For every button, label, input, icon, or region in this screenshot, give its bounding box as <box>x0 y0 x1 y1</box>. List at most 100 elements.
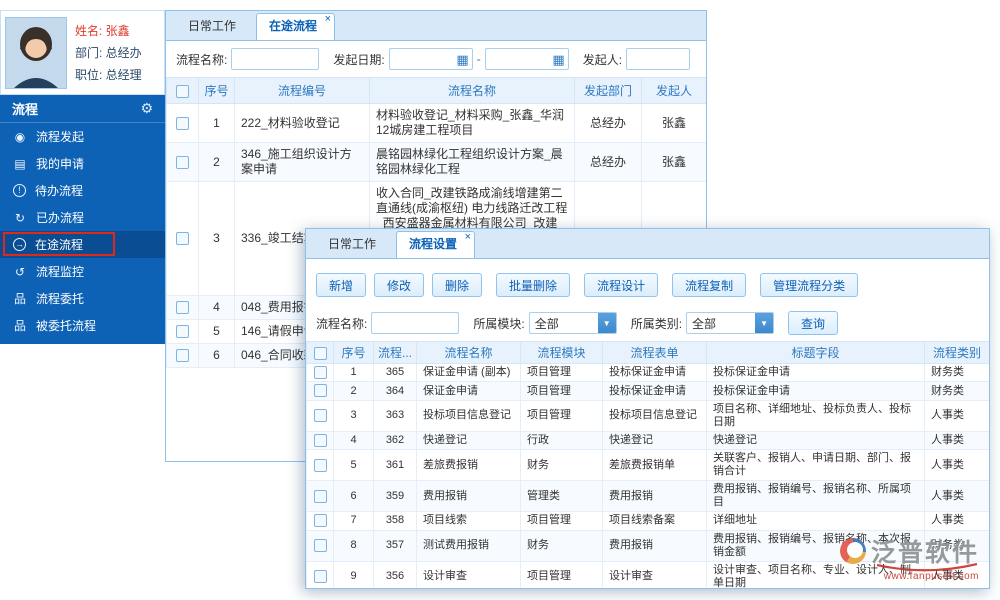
col-title-fields[interactable]: 标题字段 <box>706 341 925 364</box>
cell-form: 投标保证金申请 <box>602 381 707 401</box>
sidebar-item-done-flows[interactable]: ↻ 已办流程 <box>0 204 165 231</box>
cell-form: 投标保证金申请 <box>602 362 707 383</box>
row-checkbox[interactable] <box>313 489 327 503</box>
cell-code: 222_材料验收登记 <box>234 103 370 143</box>
win1-tabbar: 日常工作 在途流程 × <box>166 11 706 41</box>
search-button[interactable]: 查询 <box>788 311 839 335</box>
flow-design-button[interactable]: 流程设计 <box>584 273 659 297</box>
cell-fields: 项目名称、详细地址、投标负责人、投标日期 <box>706 399 925 432</box>
sidebar-item-delegated-flows[interactable]: 品被委托流程 <box>0 312 165 339</box>
cell-select <box>306 560 334 588</box>
tab-daily-work[interactable]: 日常工作 <box>176 14 253 40</box>
edit-button[interactable]: 修改 <box>374 273 425 297</box>
cell-select <box>306 480 334 513</box>
col-seq[interactable]: 序号 <box>198 77 235 104</box>
tab-daily-work[interactable]: 日常工作 <box>316 232 393 258</box>
col-dept[interactable]: 发起部门 <box>574 77 642 104</box>
row-checkbox[interactable] <box>313 433 327 447</box>
cell-fields: 投标保证金申请 <box>706 381 925 401</box>
sidebar-item-flow-monitor[interactable]: ↺ 流程监控 <box>0 258 165 285</box>
cell-form: 项目线索备案 <box>602 511 707 531</box>
cell-name: 费用报销 <box>416 480 521 513</box>
initiator-input[interactable] <box>626 48 691 70</box>
col-module[interactable]: 流程模块 <box>520 341 603 364</box>
row-checkbox[interactable] <box>313 366 327 379</box>
row-checkbox[interactable] <box>176 232 189 246</box>
cell-module: 项目管理 <box>520 362 603 383</box>
close-icon[interactable]: × <box>465 231 471 243</box>
flow-name-input[interactable] <box>371 312 460 334</box>
cell-code: 357 <box>373 529 417 562</box>
cell-code: 363 <box>373 399 417 432</box>
col-form[interactable]: 流程表单 <box>602 341 707 364</box>
row-checkbox[interactable] <box>313 458 327 472</box>
cell-category: 人事类 <box>924 560 989 588</box>
col-initiator[interactable]: 发起人 <box>641 77 706 104</box>
row-checkbox[interactable] <box>313 384 327 398</box>
col-seq[interactable]: 序号 <box>333 341 374 364</box>
win1-filterbar: 流程名称: 发起日期: ▦ - ▦ 发起人: <box>166 41 706 77</box>
tab-in-transit-flow[interactable]: 在途流程 × <box>256 13 336 40</box>
date-from-input[interactable]: ▦ <box>388 48 473 70</box>
cell-no: 8 <box>333 529 374 562</box>
close-icon[interactable]: × <box>325 13 331 25</box>
sidebar-item-in-transit-flows[interactable]: → 在途流程 <box>0 231 165 258</box>
row-checkbox[interactable] <box>313 514 327 528</box>
batch-delete-button[interactable]: 批量删除 <box>496 273 571 297</box>
sidebar-item-todo-flows[interactable]: ! 待办流程 <box>0 177 165 204</box>
cell-select <box>306 362 334 383</box>
chevron-down-icon[interactable]: ▼ <box>597 313 616 333</box>
screen: 姓名: 张鑫 部门: 总经办 职位: 总经理 流程 ⚙ ◉ 流程发起 ▤ 我的申请! 待… <box>0 0 1000 600</box>
row-checkbox[interactable] <box>313 409 327 423</box>
sidebar-menu: ◉ 流程发起 ▤ 我的申请! 待办流程 ↻ 已办流程 → 在途流程 ↺ 流程监控品流程委托品被委托流… <box>0 123 165 339</box>
select-all-checkbox[interactable] <box>176 84 189 98</box>
user-dept: 部门: 总经办 <box>75 45 142 60</box>
gear-icon[interactable]: ⚙ <box>140 100 153 117</box>
refresh-icon: ↻ <box>14 210 26 225</box>
row-checkbox[interactable] <box>176 349 189 363</box>
col-flow-name[interactable]: 流程名称 <box>416 341 521 364</box>
start-date-label: 发起日期: <box>333 52 385 67</box>
cell-category: 人事类 <box>924 511 989 531</box>
broadcast-icon: ◉ <box>14 129 26 144</box>
cell-dept: 总经办 <box>574 142 642 182</box>
cell-select <box>166 319 199 344</box>
sidebar-item-flow-launch[interactable]: ◉ 流程发起 <box>0 123 165 150</box>
row-checkbox[interactable] <box>176 301 189 315</box>
sidebar-item-flow-delegate[interactable]: 品流程委托 <box>0 285 165 312</box>
cell-category: 财务类 <box>924 381 989 401</box>
delete-button[interactable]: 删除 <box>432 273 483 297</box>
date-to-input[interactable]: ▦ <box>484 48 569 70</box>
row-checkbox[interactable] <box>313 538 327 552</box>
win2-table-head: 序号 流程... 流程名称 流程模块 流程表单 标题字段 流程类别 <box>306 341 989 364</box>
tab-flow-settings[interactable]: 流程设置 × <box>396 231 476 258</box>
select-all-checkbox[interactable] <box>313 346 327 360</box>
cell-category: 财务类 <box>924 362 989 383</box>
calendar-icon[interactable]: ▦ <box>456 53 468 66</box>
cell-category: 人事类 <box>924 430 989 451</box>
row-checkbox[interactable] <box>176 116 189 130</box>
win2-tabbar: 日常工作 流程设置 × <box>306 229 989 259</box>
chevron-down-icon[interactable]: ▼ <box>755 313 774 333</box>
sidebar-item-my-applications[interactable]: ▤ 我的申请 <box>0 150 165 177</box>
row-checkbox[interactable] <box>176 325 189 339</box>
col-flow-name[interactable]: 流程名称 <box>369 77 575 104</box>
manage-category-button[interactable]: 管理流程分类 <box>760 273 859 297</box>
date-range-separator: - <box>476 52 481 66</box>
flow-name-input[interactable] <box>231 48 320 70</box>
avatar <box>5 16 67 89</box>
col-flow-code[interactable]: 流程... <box>373 341 417 364</box>
flow-copy-button[interactable]: 流程复制 <box>672 273 747 297</box>
cell-no: 7 <box>333 511 374 531</box>
calendar-icon[interactable]: ▦ <box>552 53 564 66</box>
add-button[interactable]: 新增 <box>316 273 367 297</box>
module-select[interactable]: 全部 ▼ <box>528 312 617 334</box>
row-checkbox[interactable] <box>176 155 189 169</box>
user-title: 职位: 总经理 <box>75 67 142 82</box>
cell-person: 张鑫 <box>641 142 706 182</box>
col-flow-code[interactable]: 流程编号 <box>234 77 370 104</box>
tab-label: 流程设置 <box>409 237 458 251</box>
col-category[interactable]: 流程类别 <box>924 341 989 364</box>
row-checkbox[interactable] <box>313 569 327 583</box>
category-select[interactable]: 全部 ▼ <box>686 312 775 334</box>
